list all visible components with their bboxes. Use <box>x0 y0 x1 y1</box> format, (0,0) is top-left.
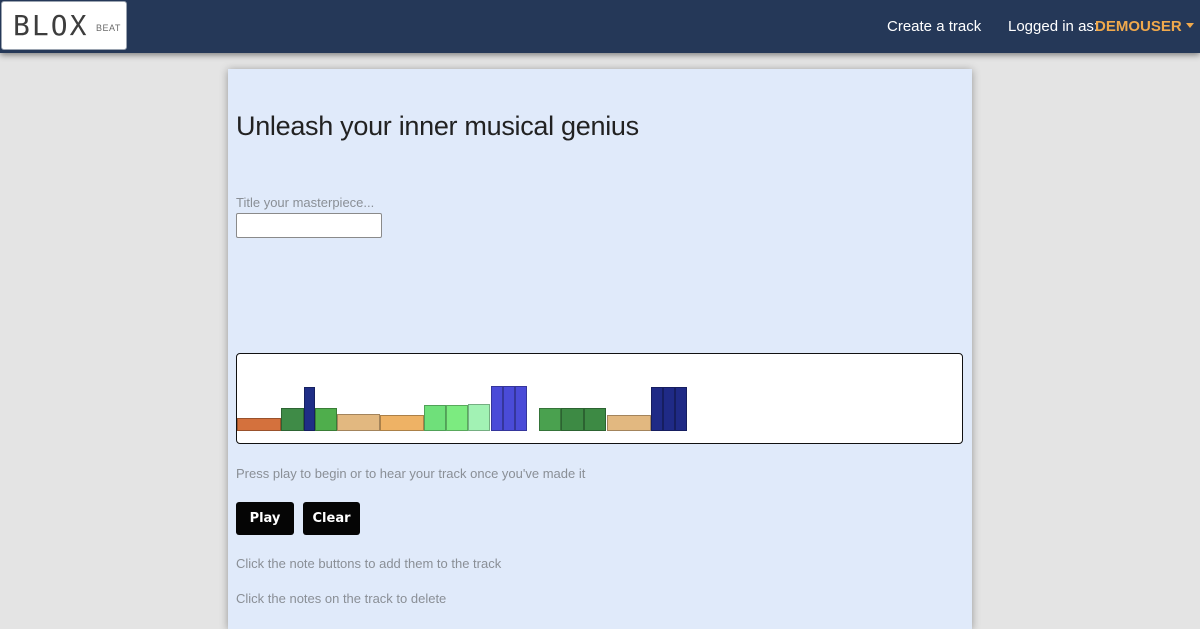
play-hint: Press play to begin or to hear your trac… <box>236 466 586 481</box>
navbar: BLOX BEAT Create a track Logged in as: D… <box>0 0 1200 53</box>
page-title: Unleash your inner musical genius <box>236 111 639 141</box>
track-note[interactable] <box>561 408 584 431</box>
logo-text: BLOX <box>13 9 89 42</box>
track-area[interactable] <box>236 353 963 444</box>
delete-notes-hint: Click the notes on the track to delete <box>236 591 447 606</box>
track-note[interactable] <box>584 408 606 431</box>
play-button[interactable]: Play <box>236 502 294 535</box>
track-note[interactable] <box>237 418 281 431</box>
track-note[interactable] <box>503 386 515 431</box>
user-dropdown[interactable]: DEMOUSER <box>1095 18 1194 35</box>
username: DEMOUSER <box>1095 18 1182 35</box>
title-label: Title your masterpiece... <box>236 195 375 210</box>
create-track-link[interactable]: Create a track <box>887 18 981 35</box>
track-note[interactable] <box>446 405 468 431</box>
track-note[interactable] <box>380 415 424 431</box>
clear-button[interactable]: Clear <box>303 502 360 535</box>
track-title-input[interactable] <box>236 213 382 238</box>
track-note[interactable] <box>337 414 380 431</box>
track-note[interactable] <box>315 408 337 431</box>
track-note[interactable] <box>491 386 503 431</box>
track-note[interactable] <box>468 404 490 431</box>
add-notes-hint: Click the note buttons to add them to th… <box>236 556 502 571</box>
composer-panel: Unleash your inner musical genius Title … <box>228 69 972 629</box>
blox-beat-logo[interactable]: BLOX BEAT <box>1 1 127 50</box>
track-note[interactable] <box>424 405 446 431</box>
track-note[interactable] <box>515 386 527 431</box>
track-note[interactable] <box>663 387 675 431</box>
chevron-down-icon <box>1185 23 1194 28</box>
track-note[interactable] <box>651 387 663 431</box>
track-note[interactable] <box>539 408 561 431</box>
track-note[interactable] <box>675 387 687 431</box>
logo-subtext: BEAT <box>96 23 121 33</box>
track-note[interactable] <box>607 415 651 431</box>
logged-in-label: Logged in as: <box>1008 18 1099 35</box>
track-note[interactable] <box>304 387 315 431</box>
track-note[interactable] <box>281 408 304 431</box>
